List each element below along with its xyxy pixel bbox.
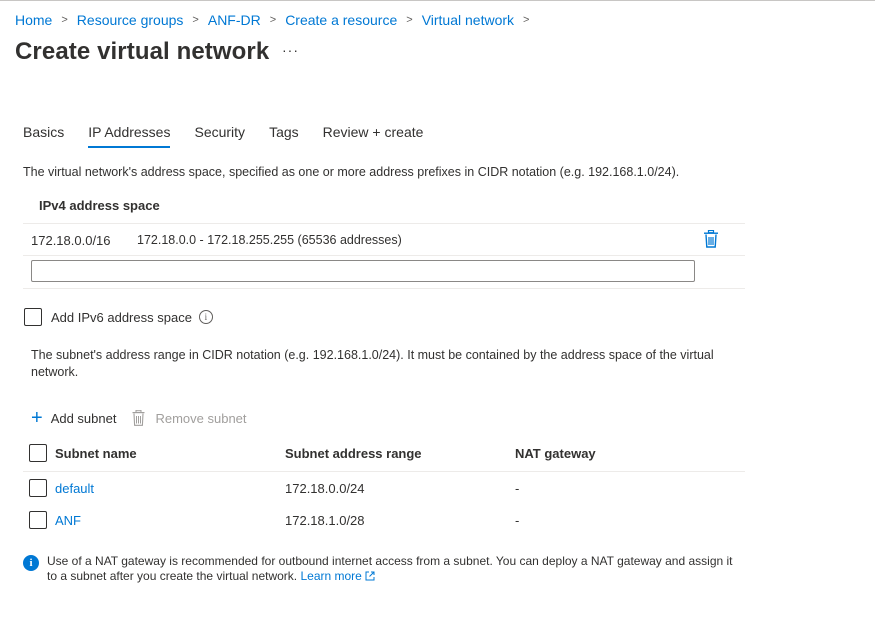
column-header-nat-gateway: NAT gateway [515,446,596,461]
breadcrumb-resource-group[interactable]: ANF-DR [208,12,261,28]
learn-more-link[interactable]: Learn more [300,569,375,583]
subnet-range: 172.18.0.0/24 [285,481,365,496]
info-icon: i [23,555,39,571]
info-icon[interactable]: i [198,310,213,324]
ipv4-address-input[interactable] [31,260,695,282]
remove-subnet-label: Remove subnet [155,410,247,426]
subnet-table-header: Subnet name Subnet address range NAT gat… [23,437,745,472]
ipv6-checkbox[interactable] [24,308,42,326]
nat-info-banner: i Use of a NAT gateway is recommended fo… [23,554,743,584]
breadcrumb-virtual-network[interactable]: Virtual network [422,12,514,28]
tab-review-create[interactable]: Review + create [323,124,424,148]
ipv4-header-label: IPv4 address space [39,198,160,213]
ipv4-header-row: IPv4 address space [23,190,745,224]
info-message: Use of a NAT gateway is recommended for … [47,554,743,584]
external-link-icon [365,571,375,581]
learn-more-label: Learn more [300,569,362,583]
ipv4-address-table: IPv4 address space 172.18.0.0/16 172.18.… [23,190,745,289]
ipv4-row: 172.18.0.0/16 172.18.0.0 - 172.18.255.25… [23,224,745,256]
ipv6-label: Add IPv6 address space [51,309,192,325]
breadcrumb-resource-groups[interactable]: Resource groups [77,12,184,28]
table-row: ANF 172.18.1.0/28 - [23,504,745,536]
subnet-nat: - [515,481,520,496]
row-checkbox[interactable] [29,479,47,497]
chevron-right-icon: > [406,14,413,26]
breadcrumb-create-resource[interactable]: Create a resource [285,12,397,28]
column-header-address-range: Subnet address range [285,446,422,461]
remove-subnet-button[interactable]: Remove subnet [132,410,247,426]
table-row: default 172.18.0.0/24 - [23,472,745,504]
breadcrumb-home[interactable]: Home [15,12,52,28]
subnet-name-link[interactable]: ANF [55,513,81,528]
subnet-range: 172.18.1.0/28 [285,513,365,528]
add-subnet-label: Add subnet [50,410,117,426]
chevron-right-icon: > [192,14,199,26]
info-text: Use of a NAT gateway is recommended for … [47,554,733,583]
more-options-icon[interactable]: ··· [282,42,299,58]
ipv4-range: 172.18.0.0 - 172.18.255.255 (65536 addre… [137,233,402,247]
tab-basics[interactable]: Basics [23,124,64,148]
chevron-right-icon: > [269,14,277,26]
column-header-subnet-name: Subnet name [55,446,137,461]
chevron-right-icon: > [61,14,68,26]
plus-icon: + [31,407,43,429]
tab-ip-addresses[interactable]: IP Addresses [88,124,171,148]
subnet-nat: - [515,513,520,528]
trash-icon [132,410,145,426]
chevron-right-icon: > [523,14,530,26]
ipv4-input-row [23,256,745,289]
page-title: Create virtual network [15,38,270,65]
subnet-table: Subnet name Subnet address range NAT gat… [23,437,745,536]
ipv6-option: Add IPv6 address space i [24,308,213,326]
ipv4-prefix: 172.18.0.0/16 [31,233,111,248]
tab-tags[interactable]: Tags [269,124,299,148]
tab-bar: Basics IP Addresses Security Tags Review… [23,124,447,148]
top-border [0,0,875,1]
add-subnet-button[interactable]: + Add subnet [31,408,116,428]
delete-icon[interactable] [703,230,719,248]
breadcrumb: Home > Resource groups > ANF-DR > Create… [15,12,538,28]
address-space-description: The virtual network's address space, spe… [23,165,680,179]
select-all-checkbox[interactable] [29,444,47,462]
tab-security[interactable]: Security [194,124,245,148]
subnet-toolbar: + Add subnet Remove subnet [31,408,247,428]
subnet-description: The subnet's address range in CIDR notat… [31,348,714,379]
subnet-name-link[interactable]: default [55,481,94,496]
row-checkbox[interactable] [29,511,47,529]
